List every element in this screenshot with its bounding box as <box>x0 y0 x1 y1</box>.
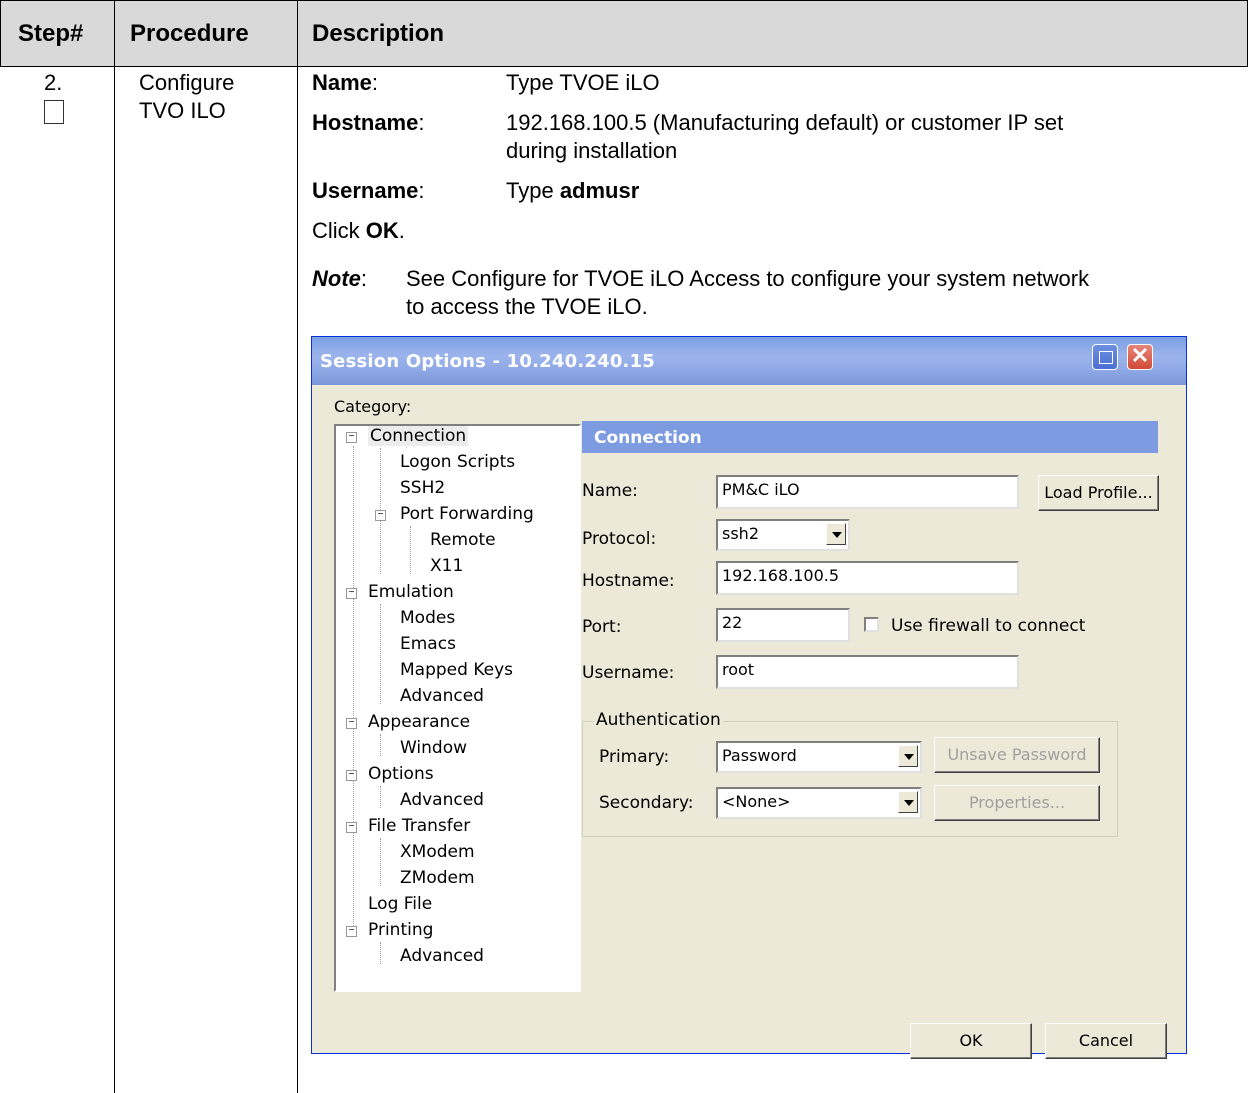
panel-header: Connection <box>582 421 1158 453</box>
tree-item-emacs[interactable]: Emacs <box>400 634 456 654</box>
collapse-icon[interactable]: − <box>346 432 357 443</box>
tree-item-logon-scripts[interactable]: Logon Scripts <box>400 452 515 472</box>
header-description: Description <box>312 20 445 47</box>
properties-button[interactable]: Properties... <box>934 785 1100 821</box>
dialog-titlebar[interactable]: Session Options - 10.240.240.15 ✕ <box>312 337 1186 385</box>
cancel-button[interactable]: Cancel <box>1045 1023 1167 1059</box>
note-label: Note: <box>312 266 368 291</box>
tree-item-port-forwarding[interactable]: Port Forwarding <box>400 504 534 524</box>
table-divider-2 <box>297 0 298 1093</box>
collapse-icon[interactable]: − <box>346 926 357 937</box>
tree-item-modes[interactable]: Modes <box>400 608 455 628</box>
table-border-left <box>0 0 1 66</box>
close-icon: ✕ <box>1130 343 1150 368</box>
note-line1: See Configure for TVOE iLO Access to con… <box>406 266 1090 291</box>
collapse-icon[interactable]: − <box>375 510 386 521</box>
close-button[interactable]: ✕ <box>1127 344 1153 370</box>
tree-item-emulation[interactable]: Emulation <box>368 582 454 602</box>
step-number: 2. <box>44 70 63 95</box>
tree-item-appearance[interactable]: Appearance <box>368 712 470 732</box>
hostname-label: Hostname: <box>582 571 675 591</box>
procedure-line2: TVO ILO <box>139 98 226 123</box>
ok-button[interactable]: OK <box>910 1023 1032 1059</box>
tree-item-printing[interactable]: Printing <box>368 920 433 940</box>
protocol-label: Protocol: <box>582 529 657 549</box>
primary-label: Primary: <box>599 747 670 767</box>
tree-item-file-transfer[interactable]: File Transfer <box>368 816 470 836</box>
procedure-line1: Configure <box>139 70 235 95</box>
username-field[interactable]: root <box>716 655 1019 689</box>
restore-button[interactable] <box>1092 344 1118 370</box>
firewall-label: Use firewall to connect <box>891 616 1086 636</box>
chevron-down-icon[interactable] <box>826 523 846 545</box>
step-checkbox[interactable] <box>44 100 64 124</box>
session-options-dialog: Session Options - 10.240.240.15 ✕ Catego… <box>311 336 1187 1059</box>
name-label: Name: <box>582 481 638 501</box>
name-value: Type TVOE iLO <box>506 70 660 95</box>
click-ok-instruction: Click OK. <box>312 218 405 243</box>
username-value: Type admusr <box>506 178 640 203</box>
tree-item-remote[interactable]: Remote <box>430 530 496 550</box>
authentication-label: Authentication <box>594 710 723 730</box>
load-profile-button[interactable]: Load Profile... <box>1038 475 1159 511</box>
collapse-icon[interactable]: − <box>346 718 357 729</box>
tree-item-advanced[interactable]: Advanced <box>400 790 484 810</box>
dialog-title: Session Options - 10.240.240.15 <box>320 351 656 372</box>
hostname-row: Hostname: <box>312 110 425 135</box>
tree-item-advanced[interactable]: Advanced <box>400 686 484 706</box>
hostname-value-2: during installation <box>506 138 678 163</box>
secondary-select[interactable]: <None> <box>716 787 922 819</box>
protocol-select[interactable]: ssh2 <box>716 519 850 551</box>
unsave-password-button[interactable]: Unsave Password <box>934 737 1100 773</box>
username-label: Username: <box>582 663 675 683</box>
chevron-down-icon[interactable] <box>898 745 918 767</box>
category-label: Category: <box>334 397 412 416</box>
firewall-checkbox[interactable] <box>864 617 879 632</box>
name-row: Name: <box>312 70 379 95</box>
header-procedure: Procedure <box>130 20 249 47</box>
hostname-field[interactable]: 192.168.100.5 <box>716 561 1019 595</box>
table-border-top <box>0 0 1248 1</box>
restore-icon <box>1099 351 1113 364</box>
tree-item-zmodem[interactable]: ZModem <box>400 868 475 888</box>
name-field[interactable]: PM&C iLO <box>716 475 1019 509</box>
secondary-label: Secondary: <box>599 793 694 813</box>
collapse-icon[interactable]: − <box>346 770 357 781</box>
hostname-value-1: 192.168.100.5 (Manufacturing default) or… <box>506 110 1064 135</box>
chevron-down-icon[interactable] <box>898 791 918 813</box>
tree-item-options[interactable]: Options <box>368 764 434 784</box>
tree-item-ssh2[interactable]: SSH2 <box>400 478 445 498</box>
tree-item-mapped-keys[interactable]: Mapped Keys <box>400 660 513 680</box>
collapse-icon[interactable]: − <box>346 822 357 833</box>
tree-item-advanced[interactable]: Advanced <box>400 946 484 966</box>
note-line2: to access the TVOE iLO. <box>406 294 648 319</box>
tree-item-x11[interactable]: X11 <box>430 556 463 576</box>
tree-item-xmodem[interactable]: XModem <box>400 842 475 862</box>
port-label: Port: <box>582 617 622 637</box>
table-border-header <box>0 66 1248 67</box>
header-step: Step# <box>18 20 84 47</box>
username-row: Username: <box>312 178 425 203</box>
collapse-icon[interactable]: − <box>346 588 357 599</box>
table-divider-1 <box>114 0 115 1093</box>
primary-select[interactable]: Password <box>716 741 922 773</box>
port-field[interactable]: 22 <box>716 608 850 642</box>
tree-item-window[interactable]: Window <box>400 738 467 758</box>
tree-item-connection[interactable]: Connection <box>368 426 469 446</box>
tree-item-log-file[interactable]: Log File <box>368 894 432 914</box>
